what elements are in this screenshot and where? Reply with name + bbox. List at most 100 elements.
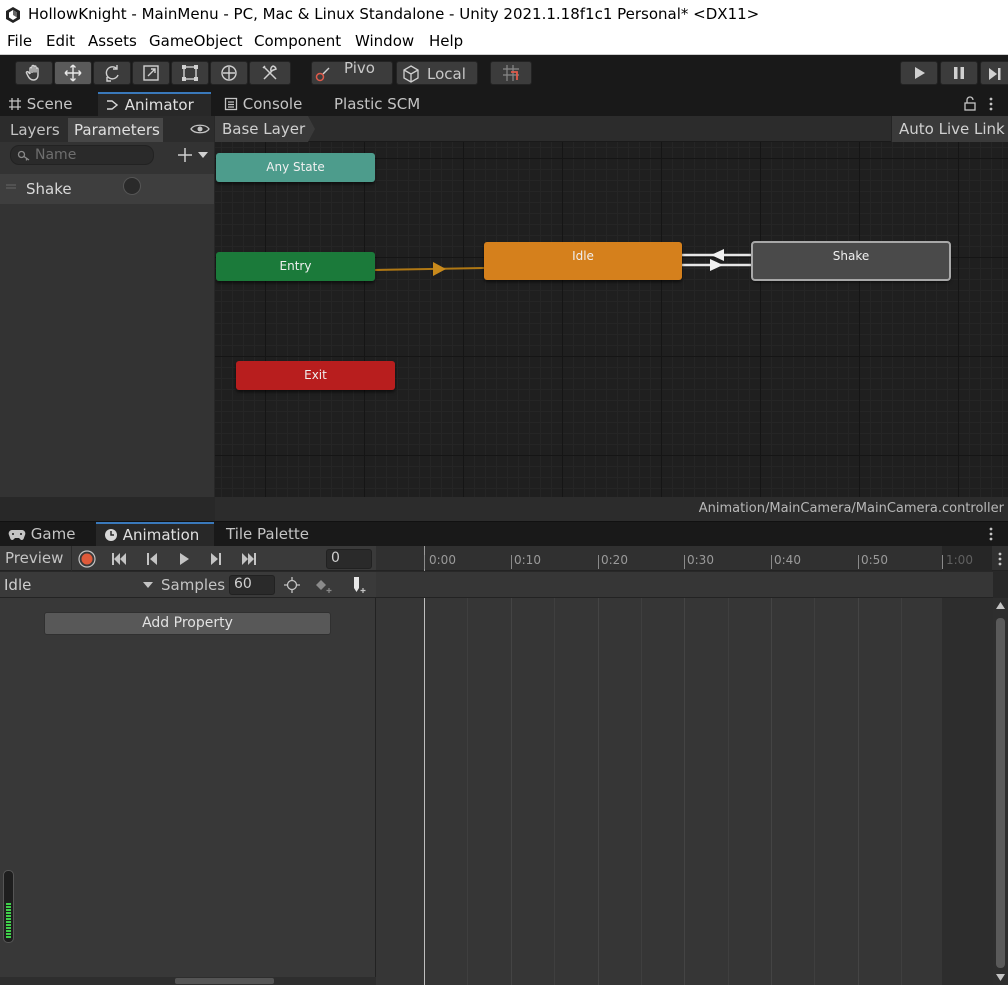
trigger-toggle[interactable] [123, 177, 141, 195]
parameter-row[interactable]: Shake [0, 174, 214, 204]
last-keyframe-icon[interactable] [239, 549, 259, 569]
step-button[interactable] [980, 61, 1008, 85]
rotate-tool-button[interactable] [93, 61, 131, 85]
state-shake[interactable]: Shake [751, 241, 951, 281]
grid-line [771, 598, 772, 985]
controller-path: Animation/MainCamera/MainCamera.controll… [698, 501, 1004, 516]
clip-dropdown[interactable]: Idle [0, 572, 156, 598]
state-any-state[interactable]: Any State [216, 153, 375, 182]
more-options-icon[interactable] [986, 526, 996, 542]
horizontal-scrollbar[interactable] [0, 977, 376, 985]
more-options-icon[interactable] [986, 96, 996, 112]
tab-layers[interactable]: Layers [4, 118, 67, 142]
parameter-search-input: Name [35, 147, 77, 163]
tab-scene[interactable]: Scene [0, 92, 97, 116]
target-icon[interactable] [282, 575, 302, 595]
audio-level-fill [6, 903, 11, 939]
scroll-down-icon[interactable] [996, 974, 1005, 981]
breadcrumb[interactable]: Base Layer [215, 116, 315, 142]
tab-tile-palette[interactable]: Tile Palette [218, 522, 328, 546]
lock-icon[interactable] [963, 96, 977, 112]
gamepad-icon [8, 530, 26, 540]
animator-status-bar: Animation/MainCamera/MainCamera.controll… [215, 497, 1008, 521]
more-options-icon[interactable] [995, 551, 1005, 567]
grid-line [598, 598, 599, 985]
menu-component[interactable]: Component [254, 32, 341, 50]
local-toggle-button[interactable]: Local [396, 61, 478, 85]
time-cursor-line [424, 598, 425, 985]
parameter-search[interactable]: Name [10, 145, 154, 165]
eye-icon[interactable] [190, 122, 210, 136]
previous-keyframe-icon[interactable] [142, 549, 162, 569]
local-cube-icon [403, 65, 419, 83]
samples-value: 60 [234, 576, 252, 592]
menu-gameobject[interactable]: GameObject [149, 32, 243, 50]
grid-snap-icon [503, 65, 519, 81]
timeline-ruler[interactable]: 0:00 0:10 0:20 0:30 0:40 0:50 1:00 [376, 546, 1008, 571]
tab-plastic-scm[interactable]: Plastic SCM [326, 92, 436, 116]
pause-button[interactable] [940, 61, 978, 85]
parameter-name[interactable]: Shake [26, 180, 72, 198]
pause-icon [954, 67, 964, 79]
record-icon[interactable] [77, 549, 97, 569]
move-tool-button[interactable] [54, 61, 92, 85]
auto-live-link-button[interactable]: Auto Live Link [891, 116, 1008, 142]
clip-name: Idle [4, 576, 32, 594]
animation-controls-row: Preview 0 [0, 546, 376, 571]
event-line[interactable] [376, 572, 993, 598]
tab-console-label: Console [242, 95, 303, 113]
shake-to-idle-arrow [711, 249, 724, 261]
animator-graph[interactable]: Any State Entry Idle Shake Exit [215, 142, 1008, 497]
grid-snap-button[interactable] [490, 61, 532, 85]
scale-tool-button[interactable] [132, 61, 170, 85]
grid-line [554, 598, 555, 985]
ruler-label: 0:50 [861, 553, 888, 567]
add-parameter-icon[interactable] [178, 148, 210, 162]
menu-edit[interactable]: Edit [46, 32, 75, 50]
ruler-tick [511, 555, 512, 569]
state-entry[interactable]: Entry [216, 252, 375, 281]
menu-help[interactable]: Help [429, 32, 463, 50]
add-keyframe-icon[interactable] [314, 575, 334, 595]
menu-assets[interactable]: Assets [88, 32, 137, 50]
menu-file[interactable]: File [7, 32, 32, 50]
audio-level-meter [3, 870, 14, 943]
vertical-scrollbar[interactable] [993, 598, 1008, 985]
tab-animation[interactable]: Animation [96, 522, 214, 546]
window-title: HollowKnight - MainMenu - PC, Mac & Linu… [28, 5, 760, 23]
grid-line [901, 598, 902, 985]
vertical-scrollbar-thumb[interactable] [996, 618, 1005, 968]
rect-tool-button[interactable] [171, 61, 209, 85]
tab-console[interactable]: Console [216, 92, 326, 116]
add-event-icon[interactable] [348, 575, 368, 595]
grid-line [814, 598, 815, 985]
play-button[interactable] [900, 61, 938, 85]
tab-plastic-scm-label: Plastic SCM [334, 95, 421, 113]
next-keyframe-icon[interactable] [206, 549, 226, 569]
scroll-up-icon[interactable] [996, 602, 1005, 609]
preview-button[interactable]: Preview [0, 546, 72, 571]
custom-tool-button[interactable] [249, 61, 291, 85]
add-property-button[interactable]: Add Property [44, 612, 331, 635]
tab-parameters[interactable]: Parameters [68, 118, 163, 142]
tab-game[interactable]: Game [0, 522, 95, 546]
pivot-icon [315, 67, 330, 82]
menu-window[interactable]: Window [355, 32, 414, 50]
pivot-toggle-button[interactable]: Pivo [311, 59, 393, 85]
hand-tool-button[interactable] [15, 61, 53, 85]
tab-animator[interactable]: Animator [98, 92, 211, 116]
frame-field[interactable]: 0 [326, 549, 372, 569]
drag-handle-icon[interactable] [6, 182, 16, 192]
state-idle[interactable]: Idle [484, 242, 682, 280]
state-exit[interactable]: Exit [236, 361, 395, 390]
transform-tool-button[interactable] [210, 61, 248, 85]
ruler-label: 0:00 [429, 553, 456, 567]
animation-clip-row: Idle Samples 60 [0, 572, 376, 598]
ruler-tick [684, 555, 685, 569]
first-keyframe-icon[interactable] [109, 549, 129, 569]
play-animation-icon[interactable] [174, 549, 194, 569]
dopesheet-area[interactable] [376, 598, 993, 985]
grid-line [467, 598, 468, 985]
samples-field[interactable]: 60 [229, 575, 275, 595]
horizontal-scrollbar-thumb[interactable] [175, 978, 274, 984]
